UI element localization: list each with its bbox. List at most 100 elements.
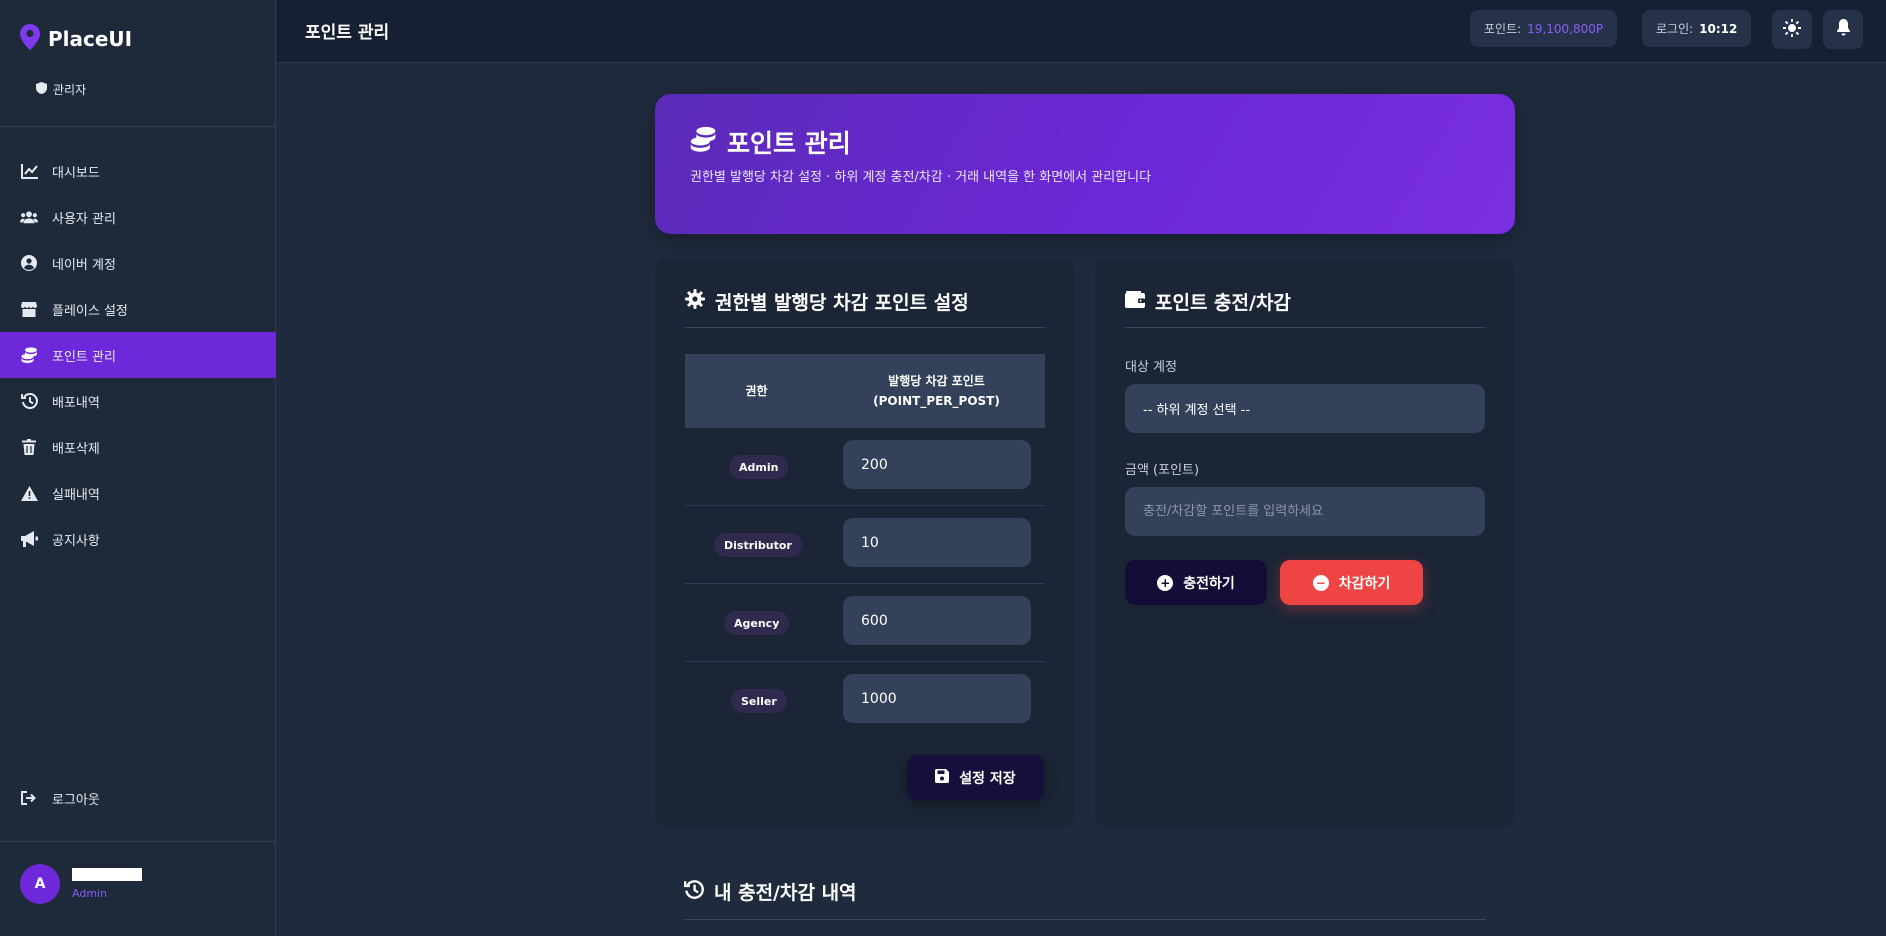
logout-icon bbox=[20, 789, 38, 807]
sun-icon bbox=[1783, 18, 1801, 41]
login-timer: 로그인: 10:12 bbox=[1642, 10, 1752, 47]
save-label: 설정 저장 bbox=[959, 770, 1016, 787]
store-icon bbox=[20, 300, 38, 318]
role-badge: 관리자 bbox=[36, 81, 86, 98]
sidebar-item-notices[interactable]: 공지사항 bbox=[0, 516, 276, 562]
role-badge: Admin bbox=[729, 455, 789, 479]
points-balance: 포인트: 19,100,800P bbox=[1470, 10, 1618, 47]
map-pin-icon bbox=[20, 24, 40, 54]
notifications-button[interactable] bbox=[1823, 10, 1863, 49]
shield-icon bbox=[36, 82, 47, 97]
table-row: Agency bbox=[685, 584, 1045, 662]
table-row: Distributor bbox=[685, 506, 1045, 584]
history-icon bbox=[20, 392, 38, 410]
sidebar-item-deploy-delete[interactable]: 배포삭제 bbox=[0, 424, 276, 470]
hero-title: 포인트 관리 bbox=[690, 124, 851, 160]
card-title-text: 포인트 충전/차감 bbox=[1155, 292, 1291, 314]
theme-toggle-button[interactable] bbox=[1772, 10, 1812, 49]
trash-icon bbox=[20, 438, 38, 456]
logout-section: 로그아웃 bbox=[0, 775, 276, 821]
page-title: 포인트 관리 bbox=[305, 23, 390, 43]
card-title-text: 권한별 발행당 차감 포인트 설정 bbox=[715, 292, 969, 314]
deduct-label: 차감하기 bbox=[1338, 575, 1391, 592]
warning-icon bbox=[20, 484, 38, 502]
sidebar-item-label: 배포내역 bbox=[52, 395, 100, 411]
target-account-value: -- 하위 계정 선택 -- bbox=[1143, 403, 1251, 418]
amount-label: 금액 (포인트) bbox=[1125, 463, 1200, 478]
table-row: Admin bbox=[685, 428, 1045, 506]
points-input-agency[interactable] bbox=[843, 596, 1031, 645]
logout-label: 로그아웃 bbox=[52, 792, 100, 808]
sidebar: PlaceUI 관리자 대시보드 사용자 관리 네이버 계정 플레이스 설정 포… bbox=[0, 0, 276, 936]
col-points-line1: 발행당 차감 포인트 bbox=[888, 374, 985, 388]
brand[interactable]: PlaceUI bbox=[20, 24, 132, 54]
col-role: 권한 bbox=[745, 384, 768, 398]
sidebar-item-naver-account[interactable]: 네이버 계정 bbox=[0, 240, 276, 286]
coins-icon bbox=[20, 346, 38, 364]
card-title: 포인트 충전/차감 bbox=[1125, 288, 1291, 315]
points-input-admin[interactable] bbox=[843, 440, 1031, 489]
point-settings-card: 권한별 발행당 차감 포인트 설정 권한 발행당 차감 포인트 (POINT_P… bbox=[655, 258, 1075, 828]
role-badge: Distributor bbox=[714, 533, 802, 557]
sidebar-item-label: 포인트 관리 bbox=[52, 349, 116, 365]
charge-label: 충전하기 bbox=[1183, 575, 1235, 592]
sidebar-divider bbox=[0, 126, 276, 127]
hero-banner: 포인트 관리 권한별 발행당 차감 설정 · 하위 계정 충전/차감 · 거래 … bbox=[655, 94, 1515, 234]
history-title-text: 내 충전/차감 내역 bbox=[714, 882, 857, 904]
sidebar-nav: 대시보드 사용자 관리 네이버 계정 플레이스 설정 포인트 관리 배포내역 배… bbox=[0, 148, 276, 562]
hero-subtitle: 권한별 발행당 차감 설정 · 하위 계정 충전/차감 · 거래 내역을 한 화… bbox=[690, 170, 1152, 185]
charge-button[interactable]: + 충전하기 bbox=[1125, 560, 1267, 605]
col-points-line2: (POINT_PER_POST) bbox=[873, 394, 1000, 408]
bell-icon bbox=[1836, 19, 1851, 40]
sidebar-divider bbox=[0, 841, 276, 842]
sidebar-item-dashboard[interactable]: 대시보드 bbox=[0, 148, 276, 194]
user-profile[interactable]: A Admin bbox=[20, 864, 142, 904]
points-input-distributor[interactable] bbox=[843, 518, 1031, 567]
coins-icon bbox=[690, 126, 717, 158]
target-account-select[interactable]: -- 하위 계정 선택 -- bbox=[1125, 384, 1485, 433]
table-row: Seller bbox=[685, 662, 1045, 740]
points-value: 19,100,800P bbox=[1527, 21, 1604, 36]
user-info: Admin bbox=[72, 868, 142, 900]
wallet-icon bbox=[1125, 290, 1145, 313]
chart-line-icon bbox=[20, 162, 38, 180]
card-title: 권한별 발행당 차감 포인트 설정 bbox=[685, 288, 969, 315]
topbar: 포인트 관리 포인트: 19,100,800P 로그인: 10:12 bbox=[277, 0, 1886, 63]
save-settings-button[interactable]: 설정 저장 bbox=[907, 755, 1044, 800]
sidebar-item-label: 대시보드 bbox=[52, 165, 100, 181]
sidebar-item-failures[interactable]: 실패내역 bbox=[0, 470, 276, 516]
history-divider bbox=[684, 919, 1486, 920]
sidebar-item-deploy-history[interactable]: 배포내역 bbox=[0, 378, 276, 424]
history-title: 내 충전/차감 내역 bbox=[684, 878, 857, 905]
sidebar-item-label: 배포삭제 bbox=[52, 441, 100, 457]
point-charge-card: 포인트 충전/차감 대상 계정 -- 하위 계정 선택 -- 금액 (포인트) … bbox=[1095, 258, 1515, 828]
megaphone-icon bbox=[20, 530, 38, 548]
points-input-seller[interactable] bbox=[843, 674, 1031, 723]
sidebar-item-label: 네이버 계정 bbox=[52, 257, 116, 273]
sidebar-item-place-settings[interactable]: 플레이스 설정 bbox=[0, 286, 276, 332]
sidebar-item-label: 사용자 관리 bbox=[52, 211, 116, 227]
role-badge: Agency bbox=[724, 611, 790, 635]
logout-button[interactable]: 로그아웃 bbox=[0, 775, 276, 821]
deduct-button[interactable]: − 차감하기 bbox=[1280, 560, 1423, 605]
points-label: 포인트: bbox=[1484, 22, 1522, 36]
card-divider bbox=[685, 327, 1045, 328]
sidebar-item-users[interactable]: 사용자 관리 bbox=[0, 194, 276, 240]
user-role: Admin bbox=[72, 887, 108, 900]
save-icon bbox=[935, 768, 950, 787]
user-circle-icon bbox=[20, 254, 38, 272]
user-name-redacted bbox=[72, 868, 142, 881]
col-points: 발행당 차감 포인트 (POINT_PER_POST) bbox=[828, 371, 1045, 411]
card-divider bbox=[1125, 327, 1485, 328]
role-badge: Seller bbox=[731, 689, 787, 713]
gear-icon bbox=[685, 289, 705, 314]
sidebar-item-points[interactable]: 포인트 관리 bbox=[0, 332, 276, 378]
sidebar-item-label: 플레이스 설정 bbox=[52, 303, 128, 319]
sidebar-item-label: 실패내역 bbox=[52, 487, 100, 503]
avatar: A bbox=[20, 864, 60, 904]
amount-input[interactable] bbox=[1125, 487, 1485, 536]
plus-circle-icon: + bbox=[1157, 574, 1174, 591]
history-icon bbox=[684, 879, 704, 904]
table-header: 권한 발행당 차감 포인트 (POINT_PER_POST) bbox=[685, 354, 1045, 428]
login-label: 로그인: bbox=[1656, 22, 1694, 36]
